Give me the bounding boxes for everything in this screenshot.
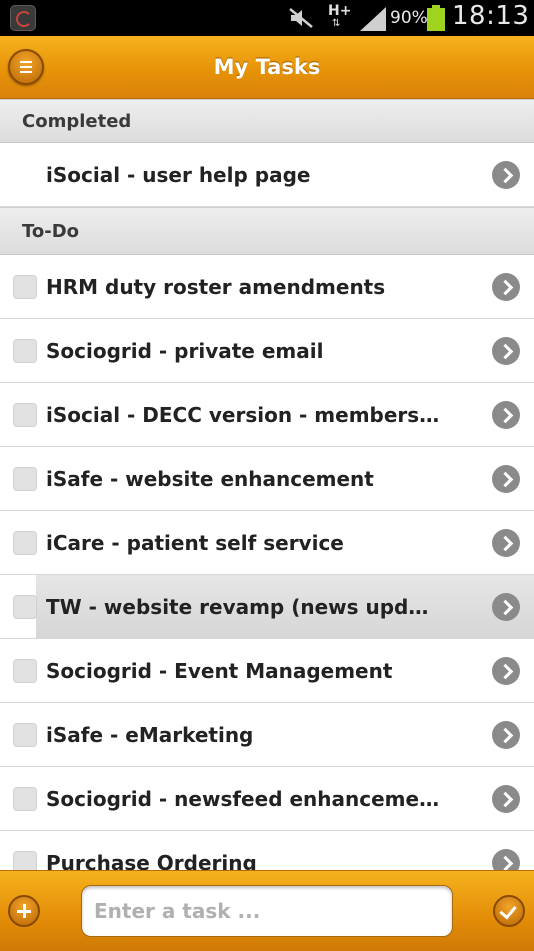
- menu-icon: [17, 59, 35, 75]
- list-item[interactable]: Sociogrid - private email: [0, 319, 534, 383]
- battery-percent: 90%: [390, 8, 428, 28]
- confirm-task-button[interactable]: [493, 895, 525, 927]
- section-label: To-Do: [22, 221, 80, 242]
- chevron-right-icon[interactable]: [492, 785, 520, 813]
- data-arrows-icon: ⇅: [332, 18, 341, 29]
- chevron-right-icon[interactable]: [492, 593, 520, 621]
- chevron-right-icon[interactable]: [492, 721, 520, 749]
- footer-bar: [0, 870, 534, 951]
- list-item[interactable]: iSafe - website enhancement: [0, 447, 534, 511]
- header-bar: My Tasks: [0, 36, 534, 99]
- chevron-right-icon[interactable]: [492, 401, 520, 429]
- list-item[interactable]: iSafe - eMarketing: [0, 703, 534, 767]
- chevron-right-icon[interactable]: [492, 337, 520, 365]
- add-task-button[interactable]: [8, 895, 40, 927]
- chevron-right-icon[interactable]: [492, 657, 520, 685]
- list-item[interactable]: HRM duty roster amendments: [0, 255, 534, 319]
- task-checkbox[interactable]: [13, 595, 37, 619]
- task-input[interactable]: [81, 885, 453, 937]
- task-checkbox[interactable]: [13, 659, 37, 683]
- chevron-right-icon[interactable]: [492, 465, 520, 493]
- task-checkbox[interactable]: [13, 787, 37, 811]
- chevron-right-icon[interactable]: [492, 161, 520, 189]
- status-bar: H+ ⇅ 90% 18:13: [0, 0, 534, 36]
- mute-icon: [289, 8, 313, 28]
- task-label: Sociogrid - newsfeed enhancement: [46, 787, 441, 811]
- list-item-highlighted[interactable]: TW - website revamp (news upda…: [0, 575, 534, 639]
- task-label: Sociogrid - Event Management: [46, 659, 393, 683]
- list-item[interactable]: iCare - patient self service: [0, 511, 534, 575]
- task-label: Sociogrid - private email: [46, 339, 324, 363]
- task-checkbox[interactable]: [13, 339, 37, 363]
- list-item[interactable]: iSocial - DECC version - members…: [0, 383, 534, 447]
- list-item[interactable]: iSocial - user help page: [0, 143, 534, 207]
- task-label: iSocial - DECC version - members…: [46, 403, 440, 427]
- task-checkbox[interactable]: [13, 723, 37, 747]
- section-header-todo: To-Do: [0, 207, 534, 255]
- task-checkbox[interactable]: [13, 531, 37, 555]
- list-item[interactable]: Sociogrid - Event Management: [0, 639, 534, 703]
- signal-icon: [360, 7, 386, 31]
- page-title: My Tasks: [213, 55, 321, 79]
- menu-button[interactable]: [8, 49, 44, 85]
- task-label: iCare - patient self service: [46, 531, 344, 555]
- task-checkbox[interactable]: [13, 403, 37, 427]
- task-label: iSafe - website enhancement: [46, 467, 374, 491]
- task-list: Completed iSocial - user help page To-Do…: [0, 99, 534, 895]
- task-label: TW - website revamp (news upda…: [46, 595, 441, 619]
- task-checkbox[interactable]: [13, 467, 37, 491]
- network-type: H+: [328, 3, 352, 19]
- section-label: Completed: [22, 111, 132, 132]
- task-label: HRM duty roster amendments: [46, 275, 386, 299]
- battery-icon: [427, 5, 445, 31]
- clock: 18:13: [452, 1, 530, 31]
- checkmark-icon: [499, 901, 517, 920]
- section-header-completed: Completed: [0, 99, 534, 143]
- task-checkbox[interactable]: [13, 275, 37, 299]
- task-label: iSafe - eMarketing: [46, 723, 254, 747]
- task-label: iSocial - user help page: [46, 163, 311, 187]
- chevron-right-icon[interactable]: [492, 273, 520, 301]
- app-notification-icon: [10, 5, 36, 31]
- chevron-right-icon[interactable]: [492, 529, 520, 557]
- list-item[interactable]: Sociogrid - newsfeed enhancement: [0, 767, 534, 831]
